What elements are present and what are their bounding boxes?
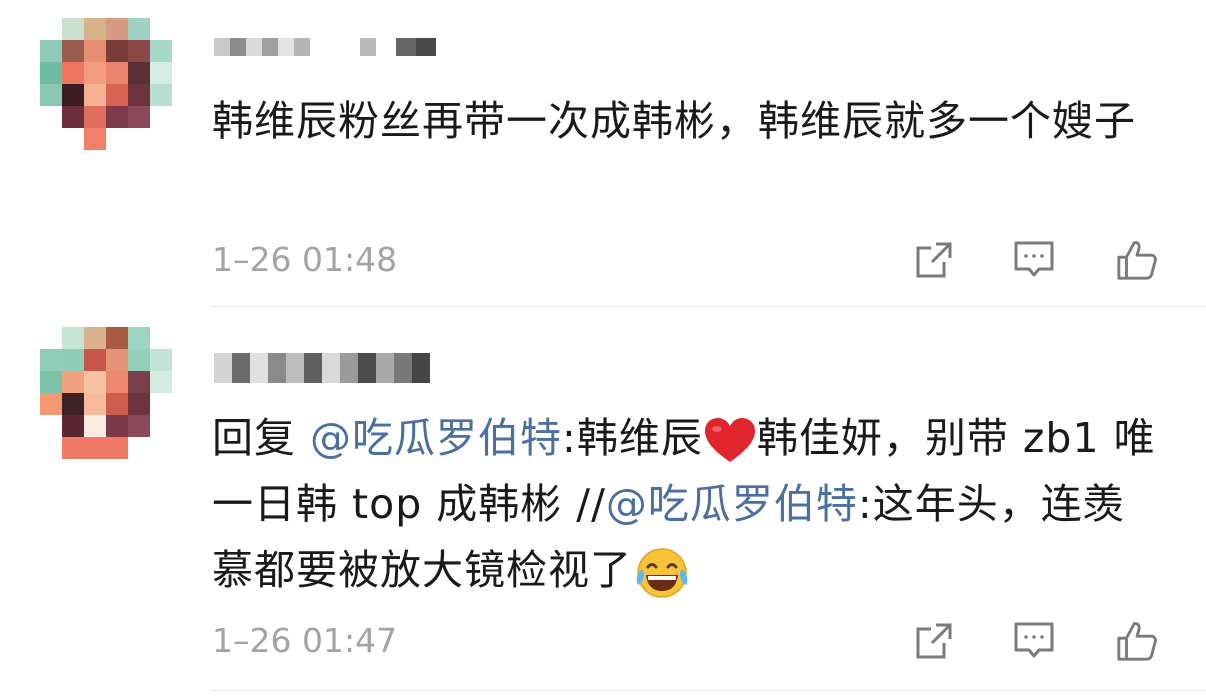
share-button[interactable] bbox=[912, 619, 956, 663]
comment-meta: 1–26 01:48 bbox=[212, 236, 1172, 284]
comment-item: 回复 @吃瓜罗伯特:韩维辰 韩佳妍，别带 zb1 唯一日韩 top 成韩彬 //@… bbox=[0, 307, 1206, 687]
divider bbox=[210, 690, 1206, 691]
avatar[interactable] bbox=[40, 18, 172, 150]
comment-item: 韩维辰粉丝再带一次成韩彬，韩维辰就多一个嫂子 1–26 01:48 bbox=[0, 0, 1206, 306]
red-heart-emoji bbox=[704, 418, 755, 462]
share-icon bbox=[916, 242, 952, 278]
username-pixelated[interactable] bbox=[214, 30, 474, 64]
reply-button[interactable] bbox=[1012, 619, 1056, 663]
comment-meta: 1–26 01:47 bbox=[212, 617, 1172, 665]
timestamp: 1–26 01:47 bbox=[212, 621, 398, 660]
comment-text: 韩维辰粉丝再带一次成韩彬，韩维辰就多一个嫂子 bbox=[212, 97, 1136, 145]
timestamp: 1–26 01:48 bbox=[212, 240, 398, 279]
tears-of-joy-emoji bbox=[636, 548, 688, 598]
like-button[interactable] bbox=[1115, 238, 1159, 282]
reply-button[interactable] bbox=[1012, 238, 1056, 282]
avatar[interactable] bbox=[40, 327, 172, 459]
mention-link[interactable]: @吃瓜罗伯特 bbox=[606, 480, 858, 528]
like-button[interactable] bbox=[1115, 619, 1159, 663]
reply-prefix: 回复 bbox=[212, 414, 311, 462]
comment-icon bbox=[1014, 622, 1054, 658]
share-button[interactable] bbox=[912, 238, 956, 282]
thumbs-up-icon bbox=[1117, 241, 1157, 280]
mention-link[interactable]: @吃瓜罗伯特 bbox=[310, 414, 562, 462]
username-pixelated[interactable] bbox=[214, 351, 474, 385]
share-icon bbox=[916, 623, 952, 659]
comment-text-segment: :韩维辰 bbox=[562, 414, 703, 462]
thumbs-up-icon bbox=[1117, 622, 1157, 661]
comment-text: 回复 @吃瓜罗伯特:韩维辰 韩佳妍，别带 zb1 唯一日韩 top 成韩彬 //@… bbox=[212, 405, 1162, 603]
comment-icon bbox=[1014, 241, 1054, 277]
